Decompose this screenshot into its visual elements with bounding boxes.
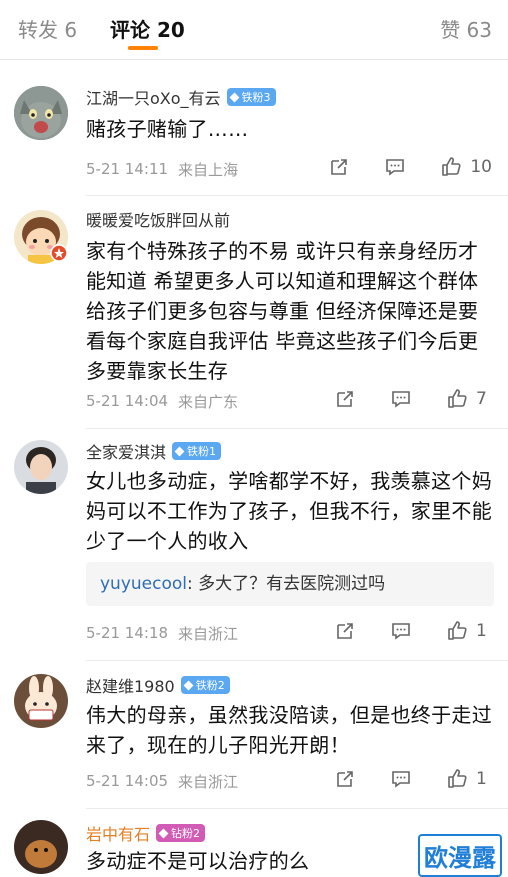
watermark-logo: 欧漫露 <box>418 834 502 877</box>
comment-time: 5-21 14:18 <box>86 624 169 642</box>
diamond-icon <box>183 680 194 690</box>
fan-badge[interactable]: 钻粉2 <box>156 824 206 842</box>
diamond-icon <box>174 446 185 456</box>
username[interactable]: 岩中有石 <box>86 821 150 845</box>
avatar[interactable] <box>14 440 68 494</box>
reply-username[interactable]: yuyuecool <box>100 574 187 594</box>
divider <box>86 808 508 809</box>
divider <box>86 195 508 196</box>
fan-badge[interactable]: 铁粉2 <box>180 676 230 694</box>
divider <box>86 660 508 661</box>
like-count: 1 <box>476 621 487 641</box>
comment-location: 来自浙江 <box>178 624 239 643</box>
like-icon[interactable] <box>446 768 468 790</box>
reply-text: : 多大了？有去医院测过吗 <box>187 574 386 594</box>
avatar-bunny-image <box>14 674 68 728</box>
username[interactable]: 暖暖爱吃饭胖回从前 <box>86 207 230 231</box>
username[interactable]: 江湖一只oXo_有云 <box>86 85 221 109</box>
tab-likes[interactable]: 赞 63 <box>440 14 492 43</box>
badge-label: 铁粉3 <box>241 91 271 104</box>
fan-badge[interactable]: 铁粉3 <box>226 88 276 106</box>
like-count: 1 <box>476 769 487 789</box>
comment-text: 赌孩子赌输了…… <box>86 117 249 141</box>
like-icon[interactable] <box>440 156 462 178</box>
username[interactable]: 全家爱淇淇 <box>86 439 166 463</box>
comment-icon[interactable] <box>390 768 412 790</box>
active-tab-indicator <box>128 46 158 50</box>
divider <box>86 428 508 429</box>
username[interactable]: 赵建维1980 <box>86 673 175 697</box>
share-icon[interactable] <box>334 620 356 642</box>
diamond-icon <box>229 92 239 102</box>
like-count: 7 <box>476 389 487 409</box>
crown-icon <box>158 828 169 838</box>
avatar[interactable] <box>14 86 68 140</box>
comment-location: 来自上海 <box>178 160 239 179</box>
comment-time: 5-21 14:04 <box>86 392 169 410</box>
like-count: 10 <box>470 157 492 177</box>
comment-location: 来自浙江 <box>178 772 239 791</box>
badge-label: 铁粉1 <box>187 445 217 458</box>
badge-label: 铁粉2 <box>195 679 225 692</box>
avatar[interactable] <box>14 674 68 728</box>
comment-time: 5-21 14:05 <box>86 772 169 790</box>
badge-label: 钻粉2 <box>171 827 201 840</box>
reply-preview[interactable]: yuyuecool: 多大了？有去医院测过吗 <box>86 562 494 606</box>
comment-tabs: 转发 6 评论 20 赞 63 <box>0 0 508 56</box>
comment-location: 来自广东 <box>178 392 239 411</box>
user-medal-icon <box>50 244 68 262</box>
like-icon[interactable] <box>446 388 468 410</box>
share-icon[interactable] <box>334 388 356 410</box>
comment-icon[interactable] <box>390 620 412 642</box>
like-icon[interactable] <box>446 620 468 642</box>
avatar[interactable] <box>14 820 68 874</box>
share-icon[interactable] <box>328 156 350 178</box>
tab-repost[interactable]: 转发 6 <box>18 14 77 43</box>
comment-icon[interactable] <box>384 156 406 178</box>
tabs-divider <box>0 59 508 60</box>
avatar-cat-image <box>14 86 68 140</box>
comment-time: 5-21 14:11 <box>86 160 169 178</box>
fan-badge[interactable]: 铁粉1 <box>172 442 222 460</box>
comment-text: 女儿也多动症，学啥都学不好，我羡慕这个妈妈可以不工作为了孩子，但我不行，家里不能… <box>86 469 492 553</box>
avatar-dog-image <box>14 820 68 874</box>
avatar-person-image <box>14 440 68 494</box>
comment-text: 家有个特殊孩子的不易 或许只有亲身经历才能知道 希望更多人可以知道和理解这个群体… <box>86 239 479 383</box>
comment-icon[interactable] <box>390 388 412 410</box>
tab-comments[interactable]: 评论 20 <box>110 14 185 43</box>
comment-text: 伟大的母亲，虽然我没陪读，但是也终于走过来了，现在的儿子阳光开朗！ <box>86 703 492 757</box>
share-icon[interactable] <box>334 768 356 790</box>
